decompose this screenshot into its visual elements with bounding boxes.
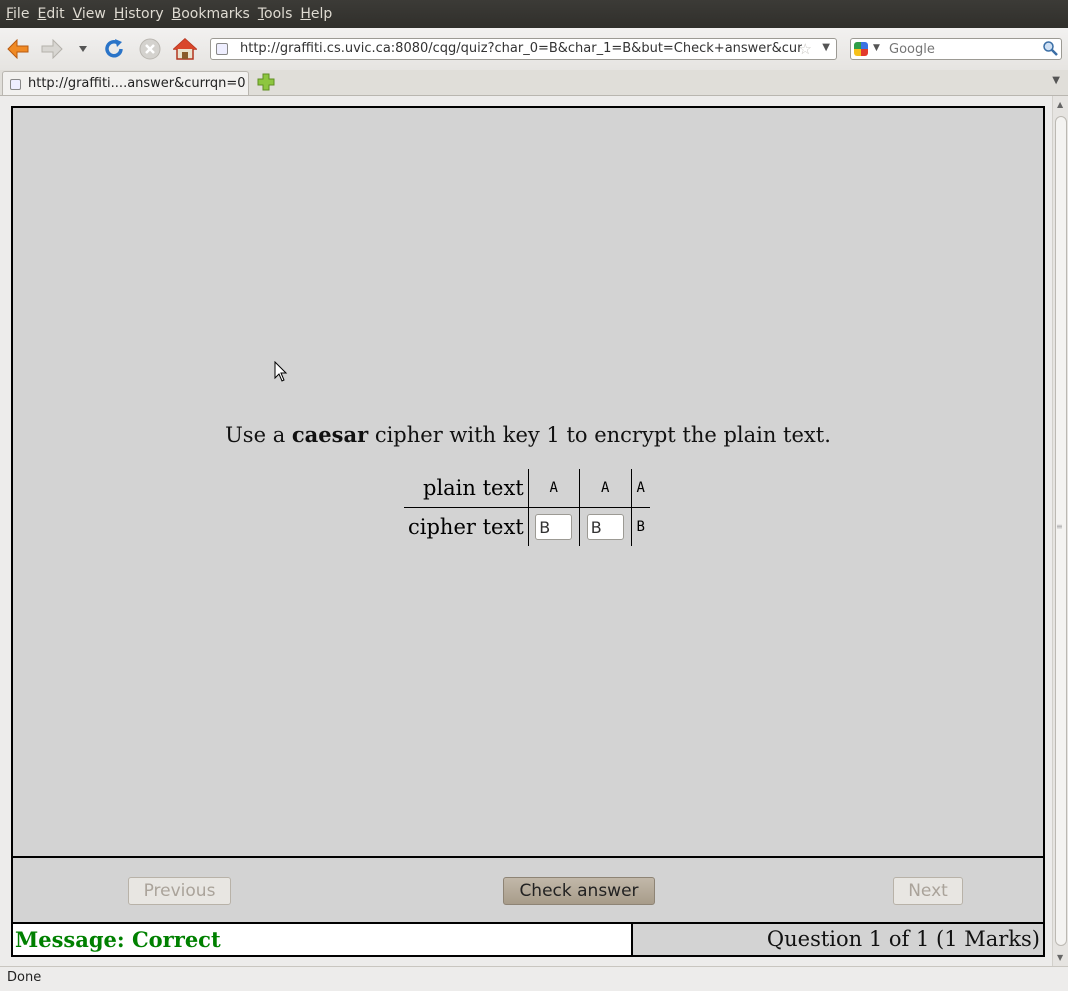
menu-view[interactable]: View [72,6,107,22]
cipher-cell-1 [527,507,580,546]
check-answer-button[interactable]: Check answer [503,877,655,905]
cipher-table: plain text A A A cipher text B [404,469,650,546]
home-button[interactable] [173,37,197,61]
home-icon [173,38,197,60]
stop-button[interactable] [138,37,162,61]
scrollbar-thumb[interactable] [1055,116,1067,946]
cipher-text-row: cipher text B [404,507,650,546]
quiz-status-panel: Message: Correct Question 1 of 1 (1 Mark… [11,922,1045,957]
vertical-scrollbar[interactable]: ▲ ≡ ▼ [1052,96,1068,966]
status-bar: Done [0,966,1068,991]
scrollbar-grip-icon: ≡ [1056,522,1063,531]
cipher-text-label: cipher text [408,515,524,539]
back-arrow-icon [7,39,29,59]
cipher-cell-2 [578,507,632,546]
progress-box: Question 1 of 1 (1 Marks) [633,924,1043,955]
next-button[interactable]: Next [893,877,963,905]
result-message: Message: Correct [15,927,221,952]
tab-list-dropdown-icon[interactable]: ▼ [1052,75,1060,86]
question-panel: Use a caesar cipher with key 1 to encryp… [11,106,1045,858]
navigation-button-panel: Previous Check answer Next [11,856,1045,924]
menu-bookmarks[interactable]: Bookmarks [171,6,251,22]
menu-help[interactable]: Help [299,6,333,22]
previous-button[interactable]: Previous [128,877,231,905]
stop-icon [139,38,161,60]
back-button[interactable] [6,37,30,61]
tab-bar: http://graffiti....answer&currqn=0 ▼ [0,70,1068,96]
cipher-char-input-1[interactable] [535,514,573,540]
url-bar[interactable]: http://graffiti.cs.uvic.ca:8080/cqg/quiz… [210,38,837,60]
scroll-up-icon[interactable]: ▲ [1057,100,1063,109]
message-box: Message: Correct [13,924,633,955]
search-bar[interactable]: ▼ [850,38,1062,60]
status-text: Done [7,970,42,985]
menu-tools[interactable]: Tools [257,6,294,22]
plain-char-1: A [527,469,580,508]
search-engine-dropdown-icon[interactable]: ▼ [873,43,880,53]
navigation-toolbar: http://graffiti.cs.uvic.ca:8080/cqg/quiz… [0,28,1068,70]
forward-button[interactable] [40,37,64,61]
mouse-pointer-icon [274,361,288,382]
page-content: Use a caesar cipher with key 1 to encryp… [0,96,1052,966]
plain-char-3: A [630,469,650,508]
search-engine-icon[interactable] [854,42,868,56]
bookmark-star-icon[interactable]: ☆ [799,40,812,58]
plain-text-row: plain text A A A [404,469,650,508]
url-dropdown-icon[interactable]: ▼ [822,42,830,53]
new-tab-button[interactable] [257,73,275,91]
site-identity-icon[interactable] [216,43,228,55]
tab-title: http://graffiti....answer&currqn=0 [28,76,246,91]
cipher-char-input-2[interactable] [586,514,624,540]
reload-icon [105,39,123,58]
search-icon[interactable] [1042,40,1058,60]
url-text[interactable]: http://graffiti.cs.uvic.ca:8080/cqg/quiz… [240,41,802,56]
forward-arrow-icon [41,39,63,59]
menu-bar: File Edit View History Bookmarks Tools H… [0,0,1068,28]
menu-file[interactable]: File [5,6,30,22]
scroll-down-icon[interactable]: ▼ [1057,953,1063,962]
search-input[interactable] [889,40,1039,58]
tab-quiz[interactable]: http://graffiti....answer&currqn=0 [2,71,249,95]
chevron-down-icon [79,46,87,52]
cipher-name: caesar [291,422,369,447]
reload-button[interactable] [102,37,126,61]
tab-favicon-icon [10,79,21,90]
history-dropdown-button[interactable] [74,37,92,61]
question-progress: Question 1 of 1 (1 Marks) [766,927,1040,951]
plus-icon [257,73,275,91]
prompt-text-start: Use a [225,423,292,447]
menu-history[interactable]: History [113,6,165,22]
prompt-text-end: cipher with key 1 to encrypt the plain t… [368,423,831,447]
menu-edit[interactable]: Edit [36,6,65,22]
cipher-char-given: B [630,507,650,546]
plain-char-2: A [578,469,632,508]
question-prompt: Use a caesar cipher with key 1 to encryp… [13,422,1043,447]
plain-text-label: plain text [404,469,529,508]
